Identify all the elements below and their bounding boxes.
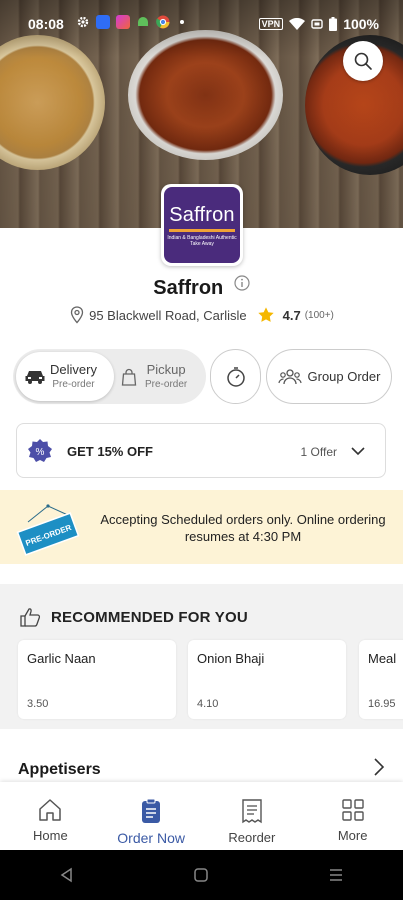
item-price: 16.95 — [368, 698, 396, 710]
restaurant-name: Saffron — [153, 277, 224, 299]
group-icon — [277, 368, 302, 384]
home-icon — [39, 799, 62, 821]
restaurant-address: 95 Blackwell Road, Carlisle — [89, 307, 247, 323]
pickup-sublabel: Pre-order — [145, 378, 188, 390]
recommended-item[interactable]: Onion Bhaji 4.10 — [188, 640, 346, 719]
grid-icon — [341, 799, 364, 821]
car-icon — [25, 370, 45, 384]
recommended-header: RECOMMENDED FOR YOU — [19, 607, 248, 627]
delivery-sublabel: Pre-order — [52, 378, 95, 390]
bottom-navigation: Home Order Now Reorder More — [0, 782, 403, 850]
fulfilment-toggle: Delivery Pre-order Pickup Pre-order — [13, 349, 206, 404]
app-icon — [116, 15, 130, 29]
recommended-item[interactable]: Meal 16.95 — [359, 640, 403, 719]
nav-order-now[interactable]: Order Now — [101, 782, 202, 850]
vpn-icon: VPN — [258, 18, 284, 30]
schedule-button[interactable] — [210, 349, 261, 404]
delivery-option[interactable]: Delivery Pre-order — [16, 352, 114, 401]
category-row[interactable]: Appetisers — [0, 750, 403, 784]
restaurant-logo: Saffron Indian & Bangladeshi Authentic T… — [161, 184, 243, 266]
bag-icon — [121, 368, 137, 386]
item-name: Garlic Naan — [27, 651, 96, 666]
search-icon — [354, 52, 372, 70]
back-icon[interactable] — [59, 867, 75, 883]
discount-badge-icon: % — [28, 439, 52, 462]
chevron-right-icon — [374, 758, 385, 776]
chrome-icon — [156, 15, 170, 29]
android-icon — [138, 17, 148, 26]
location-pin-icon — [70, 306, 84, 324]
chevron-down-icon — [351, 447, 365, 456]
item-price: 4.10 — [197, 698, 219, 710]
timer-icon — [226, 366, 245, 387]
item-name: Onion Bhaji — [197, 651, 265, 666]
group-order-button[interactable]: Group Order — [266, 349, 392, 404]
order-icon — [142, 798, 161, 823]
nav-reorder[interactable]: Reorder — [202, 782, 303, 850]
address-row: 95 Blackwell Road, Carlisle 4.7 (100+) — [0, 306, 403, 324]
item-name: Meal — [368, 651, 397, 666]
notice-text: Accepting Scheduled orders only. Online … — [100, 512, 386, 544]
info-icon[interactable] — [234, 275, 250, 291]
restaurant-header: Saffron — [0, 275, 403, 300]
battery-level: 100% — [343, 16, 379, 32]
notification-icons — [76, 15, 184, 29]
battery-icon — [329, 17, 338, 31]
receipt-icon — [242, 799, 262, 824]
wifi-icon — [289, 18, 306, 30]
recommended-item[interactable]: Garlic Naan 3.50 — [18, 640, 176, 719]
recents-icon[interactable] — [328, 867, 344, 883]
recommended-title: RECOMMENDED FOR YOU — [51, 608, 248, 626]
status-bar: 08:08 VPN 100% — [0, 0, 403, 48]
sim-icon — [311, 19, 323, 29]
thumbs-up-icon — [20, 608, 41, 627]
settings-icon — [77, 16, 89, 28]
status-time: 08:08 — [28, 16, 64, 32]
svg-text:%: % — [36, 447, 45, 458]
nav-home-label: Home — [33, 828, 68, 843]
logo-subtitle: Indian & Bangladeshi Authentic Take Away — [167, 234, 237, 247]
system-navigation-bar — [0, 850, 403, 900]
category-title: Appetisers — [18, 761, 101, 778]
offer-banner[interactable]: % GET 15% OFF 1 Offer — [16, 423, 386, 478]
rating-value: 4.7 — [282, 307, 301, 323]
nav-reorder-label: Reorder — [228, 830, 276, 845]
offer-count: 1 Offer — [300, 445, 337, 459]
home-circle-icon[interactable] — [193, 867, 209, 883]
nav-more[interactable]: More — [302, 782, 403, 850]
star-icon — [257, 307, 274, 322]
preorder-sign-icon: PRE-ORDER — [16, 504, 80, 556]
messenger-icon — [96, 15, 110, 29]
nav-more-label: More — [337, 828, 368, 843]
item-price: 3.50 — [27, 698, 49, 710]
nav-home[interactable]: Home — [0, 782, 101, 850]
logo-wordmark: Saffron — [169, 203, 235, 226]
search-button[interactable] — [343, 41, 383, 81]
group-order-label: Group Order — [307, 369, 381, 384]
review-count: (100+) — [304, 309, 334, 321]
delivery-label: Delivery — [50, 361, 97, 377]
status-right: VPN 100% — [258, 16, 379, 32]
dot-icon — [180, 20, 184, 24]
offer-title: GET 15% OFF — [67, 444, 153, 459]
pickup-label: Pickup — [146, 361, 186, 377]
pickup-option[interactable]: Pickup Pre-order — [121, 352, 203, 401]
nav-order-now-label: Order Now — [117, 830, 185, 846]
